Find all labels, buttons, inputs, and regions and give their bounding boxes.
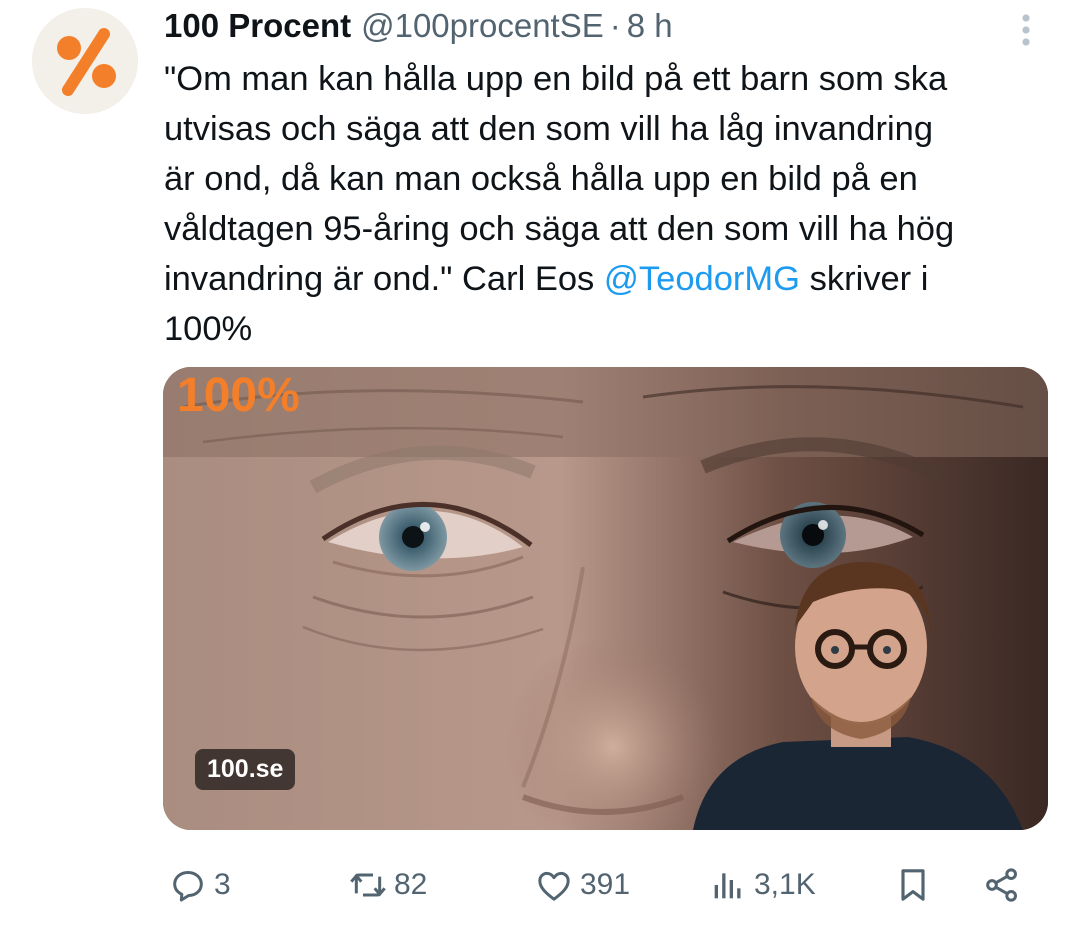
- tweet-text: "Om man kan hålla upp en bild på ett bar…: [164, 54, 1054, 354]
- bookmark-icon: [901, 869, 925, 901]
- repost-count: 82: [394, 868, 428, 901]
- repost-button[interactable]: 82: [348, 855, 427, 915]
- share-button[interactable]: [982, 855, 1022, 915]
- avatar[interactable]: [32, 8, 138, 114]
- media-logo: 100%: [177, 369, 300, 422]
- media-image[interactable]: 100% 100.se: [163, 367, 1048, 830]
- more-vertical-icon: [1022, 14, 1030, 46]
- reply-count: 3: [214, 868, 231, 901]
- author-name[interactable]: 100 Procent: [164, 7, 351, 45]
- mention-link[interactable]: @TeodorMG: [604, 260, 800, 298]
- reply-button[interactable]: 3: [168, 855, 231, 915]
- views-icon: [714, 873, 741, 899]
- reply-icon: [173, 871, 203, 902]
- action-bar: 3 82 391 3,1K: [0, 855, 1080, 915]
- timestamp[interactable]: 8 h: [627, 7, 673, 45]
- repost-icon: [350, 873, 386, 897]
- bookmark-button[interactable]: [893, 855, 933, 915]
- avatar-percent-logo: [32, 8, 138, 114]
- views-button[interactable]: 3,1K: [708, 855, 816, 915]
- like-count: 391: [580, 868, 631, 901]
- like-icon: [538, 871, 570, 901]
- photo-illustration: 100%: [163, 367, 1048, 830]
- separator-dot: ·: [609, 7, 621, 44]
- views-count: 3,1K: [754, 868, 816, 901]
- share-icon: [986, 868, 1017, 902]
- svg-text:100%: 100%: [177, 369, 300, 422]
- author-handle[interactable]: @100procentSE: [361, 7, 604, 45]
- like-button[interactable]: 391: [534, 855, 630, 915]
- more-options-button[interactable]: [1012, 10, 1040, 50]
- site-badge[interactable]: 100.se: [195, 749, 296, 790]
- tweet-header: 100 Procent @100procentSE · 8 h: [164, 4, 673, 48]
